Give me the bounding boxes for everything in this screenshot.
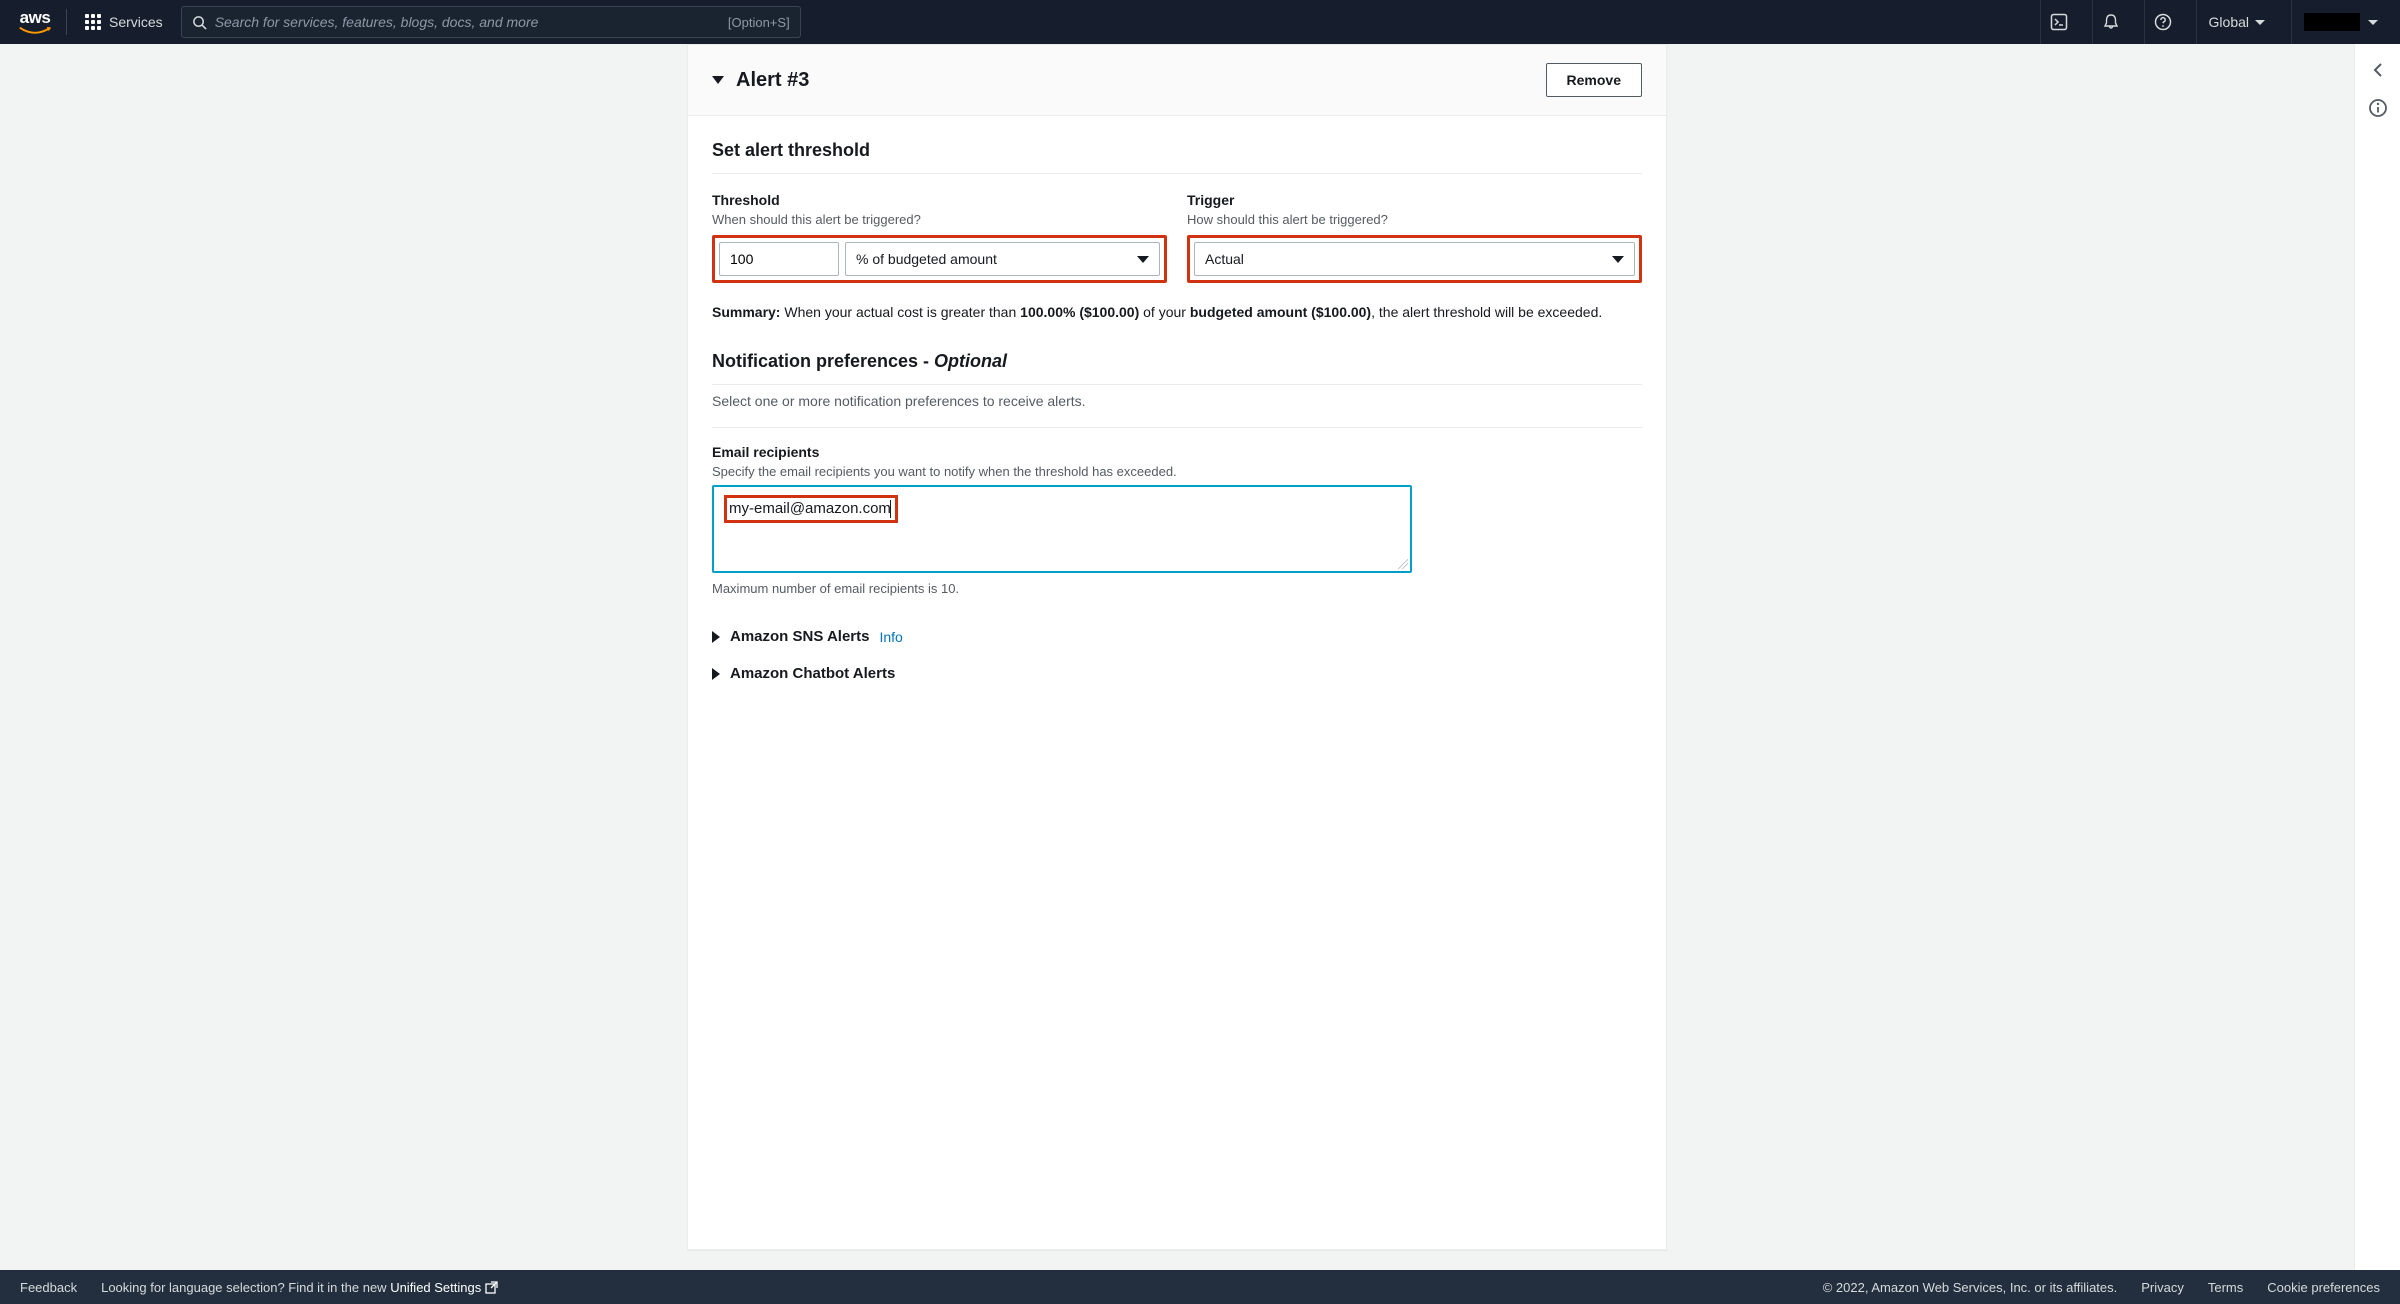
notify-title-optional: Optional [934, 351, 1007, 371]
notify-section-desc: Select one or more notification preferen… [712, 393, 1642, 409]
footer: Feedback Looking for language selection?… [0, 1270, 2400, 1304]
trigger-highlight: Actual [1187, 235, 1642, 283]
footer-lang-prompt: Looking for language selection? Find it … [101, 1280, 498, 1295]
chatbot-expander[interactable]: Amazon Chatbot Alerts [712, 655, 1642, 692]
search-box[interactable]: [Option+S] [181, 6, 801, 38]
summary-part1: When your actual cost is greater than [780, 304, 1020, 320]
email-value: my-email@amazon.com [729, 500, 891, 517]
services-menu[interactable]: Services [81, 8, 167, 36]
summary-budget: budgeted amount ($100.00) [1190, 304, 1371, 320]
trigger-hint: How should this alert be triggered? [1187, 212, 1642, 227]
caret-down-icon [2368, 20, 2378, 25]
threshold-label: Threshold [712, 192, 1167, 208]
external-link-icon [485, 1281, 498, 1294]
email-hint: Specify the email recipients you want to… [712, 464, 1642, 479]
trigger-label: Trigger [1187, 192, 1642, 208]
search-icon [192, 15, 207, 30]
threshold-input[interactable] [719, 242, 839, 276]
sns-label: Amazon SNS Alerts [730, 628, 869, 645]
threshold-unit-select[interactable]: % of budgeted amount [845, 242, 1160, 276]
notify-title-main: Notification preferences - [712, 351, 934, 371]
top-nav: aws Services [Option+S] Global [0, 0, 2400, 44]
panel-header: Alert #3 Remove [688, 45, 1666, 116]
caret-down-icon [2255, 20, 2265, 25]
collapse-toggle-icon[interactable] [712, 76, 724, 84]
cookie-prefs-link[interactable]: Cookie preferences [2267, 1280, 2380, 1295]
chevron-down-icon [1612, 256, 1624, 263]
threshold-summary: Summary: When your actual cost is greate… [712, 301, 1642, 323]
region-selector[interactable]: Global [2196, 0, 2277, 44]
summary-pct: 100.00% ($100.00) [1020, 304, 1139, 320]
chevron-right-icon [712, 631, 720, 643]
chevron-down-icon [1137, 256, 1149, 263]
panel-title: Alert #3 [736, 69, 809, 92]
notify-section-title: Notification preferences - Optional [712, 351, 1642, 385]
summary-prefix: Summary: [712, 304, 780, 320]
summary-part3: , the alert threshold will be exceeded. [1371, 304, 1602, 320]
right-tool-strip [2354, 44, 2400, 1270]
threshold-unit-value: % of budgeted amount [856, 251, 997, 267]
summary-part2: of your [1139, 304, 1190, 320]
notifications-icon[interactable] [2092, 0, 2130, 44]
feedback-link[interactable]: Feedback [20, 1280, 77, 1295]
footer-copyright: © 2022, Amazon Web Services, Inc. or its… [1823, 1280, 2118, 1295]
email-label: Email recipients [712, 444, 1642, 460]
cloudshell-icon[interactable] [2040, 0, 2078, 44]
trigger-select[interactable]: Actual [1194, 242, 1635, 276]
main-area: Alert #3 Remove Set alert threshold Thre… [0, 44, 2400, 1270]
email-recipients-input[interactable]: my-email@amazon.com [712, 485, 1412, 573]
email-max-hint: Maximum number of email recipients is 10… [712, 581, 1642, 596]
services-grid-icon [85, 14, 101, 30]
resize-handle-icon[interactable] [1398, 559, 1408, 569]
threshold-hint: When should this alert be triggered? [712, 212, 1167, 227]
services-label: Services [109, 14, 163, 30]
nav-divider [66, 9, 67, 35]
sns-expander[interactable]: Amazon SNS Alerts Info [712, 618, 1642, 655]
email-value-highlight: my-email@amazon.com [724, 495, 898, 523]
threshold-highlight: % of budgeted amount [712, 235, 1167, 283]
search-kbd-hint: [Option+S] [728, 15, 790, 30]
account-menu[interactable] [2291, 0, 2390, 44]
chevron-right-icon [712, 668, 720, 680]
search-input[interactable] [215, 14, 720, 30]
help-icon[interactable] [2144, 0, 2182, 44]
sns-info-link[interactable]: Info [879, 629, 902, 645]
remove-button[interactable]: Remove [1546, 63, 1642, 97]
threshold-section-title: Set alert threshold [712, 140, 1642, 174]
unified-settings-link[interactable]: Unified Settings [390, 1280, 498, 1295]
aws-logo[interactable]: aws [18, 9, 52, 36]
account-name-redacted [2304, 13, 2360, 31]
trigger-value: Actual [1205, 251, 1244, 267]
chatbot-label: Amazon Chatbot Alerts [730, 665, 895, 682]
panel-collapse-icon[interactable] [2368, 60, 2388, 80]
region-label: Global [2209, 14, 2249, 30]
info-icon[interactable] [2368, 98, 2388, 118]
privacy-link[interactable]: Privacy [2141, 1280, 2184, 1295]
terms-link[interactable]: Terms [2208, 1280, 2243, 1295]
alert-panel: Alert #3 Remove Set alert threshold Thre… [687, 44, 1667, 1250]
text-cursor [890, 500, 891, 518]
